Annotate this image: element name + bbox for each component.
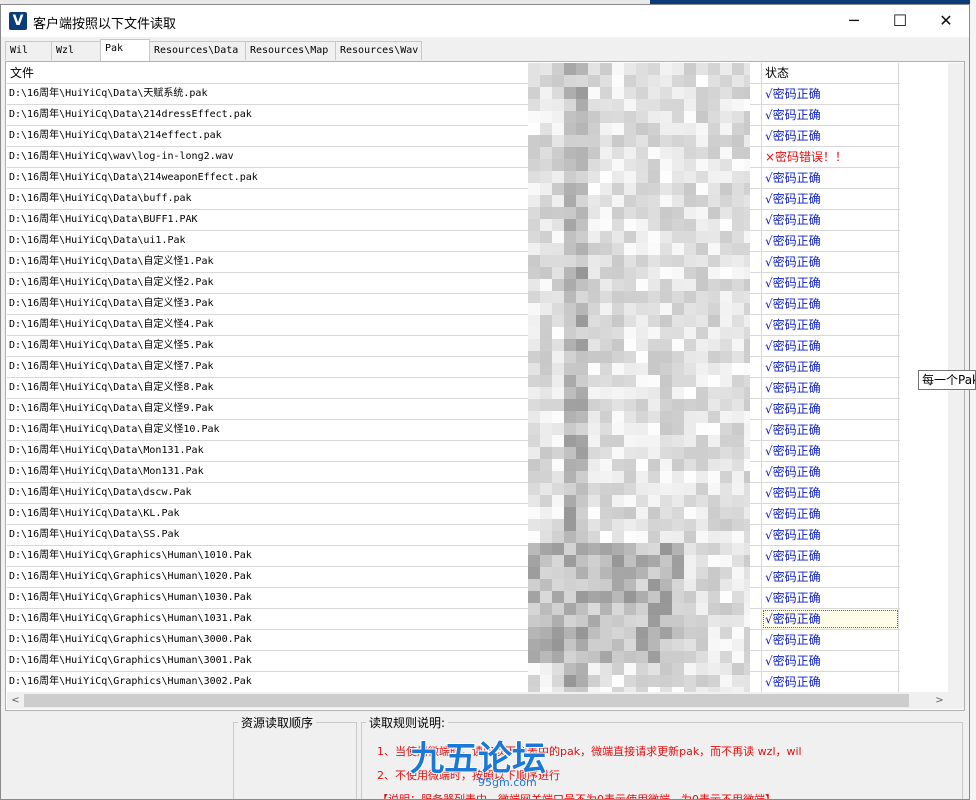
forum-watermark-logo: 九五论坛 95gm.com — [409, 738, 547, 789]
tooltip: 每一个Pak — [918, 370, 976, 390]
svg-text:95gm.com: 95gm.com — [478, 776, 537, 789]
table-row[interactable]: D:\16周年\HuiYiCq\Data\214dressEffect.pak √… — [7, 105, 900, 126]
status-cell: √密码正确 — [762, 546, 899, 566]
table-row[interactable]: D:\16周年\HuiYiCq\Data\自定义怪7.Pak √密码正确 — [7, 357, 900, 378]
status-cell: √密码正确 — [762, 462, 899, 482]
table-row[interactable]: D:\16周年\HuiYiCq\Graphics\Human\1010.Pak √… — [7, 546, 900, 567]
status-cell: √密码正确 — [762, 483, 899, 503]
pak-tab-panel: 文件 状态 D:\16周年\HuiYiCq\Data\天赋系统.pak √密码正确… — [5, 61, 965, 711]
table-row[interactable]: D:\16周年\HuiYiCq\Data\Mon131.Pak √密码正确 — [7, 462, 900, 483]
read-order-group — [233, 722, 357, 799]
table-row[interactable]: D:\16周年\HuiYiCq\Data\ui1.Pak √密码正确 — [7, 231, 900, 252]
table-row[interactable]: D:\16周年\HuiYiCq\Data\自定义怪10.Pak √密码正确 — [7, 420, 900, 441]
minimize-button[interactable]: ─ — [831, 5, 877, 37]
status-cell: √密码正确 — [762, 189, 899, 209]
table-row[interactable]: D:\16周年\HuiYiCq\Graphics\Human\3002.Pak √… — [7, 672, 900, 692]
main-window: V 客户端按照以下文件读取 ─ ☐ ✕ Wil Wzl Pak Resource… — [0, 4, 970, 800]
table-row[interactable]: D:\16周年\HuiYiCq\Data\buff.pak √密码正确 — [7, 189, 900, 210]
list-rows: D:\16周年\HuiYiCq\Data\天赋系统.pak √密码正确 D:\16周… — [7, 84, 900, 692]
tab-wil[interactable]: Wil — [5, 41, 52, 60]
status-cell: √密码正确 — [762, 252, 899, 272]
status-cell: √密码正确 — [762, 567, 899, 587]
tab-resources-map[interactable]: Resources\Map — [245, 41, 336, 60]
table-row[interactable]: D:\16周年\HuiYiCq\wav\log-in-long2.wav ×密码错… — [7, 147, 900, 168]
table-row[interactable]: D:\16周年\HuiYiCq\Data\自定义怪2.Pak √密码正确 — [7, 273, 900, 294]
status-cell: √密码正确 — [762, 651, 899, 671]
table-row[interactable]: D:\16周年\HuiYiCq\Graphics\Human\1031.Pak √… — [7, 609, 900, 630]
app-logo-icon: V — [9, 12, 27, 30]
table-row[interactable]: D:\16周年\HuiYiCq\Data\214effect.pak √密码正确 — [7, 126, 900, 147]
status-cell: √密码正确 — [762, 525, 899, 545]
horizontal-scrollbar[interactable]: < > — [7, 692, 948, 709]
table-row[interactable]: D:\16周年\HuiYiCq\Data\天赋系统.pak √密码正确 — [7, 84, 900, 105]
file-list[interactable]: 文件 状态 D:\16周年\HuiYiCq\Data\天赋系统.pak √密码正确… — [7, 63, 948, 692]
status-cell: √密码正确 — [762, 504, 899, 524]
table-row[interactable]: D:\16周年\HuiYiCq\Data\Mon131.Pak √密码正确 — [7, 441, 900, 462]
table-row[interactable]: D:\16周年\HuiYiCq\Data\自定义怪8.Pak √密码正确 — [7, 378, 900, 399]
status-cell: √密码正确 — [762, 126, 899, 146]
table-row[interactable]: D:\16周年\HuiYiCq\Data\KL.Pak √密码正确 — [7, 504, 900, 525]
status-cell: √密码正确 — [762, 420, 899, 440]
background-window-strip — [970, 0, 976, 800]
status-cell: √密码正确 — [762, 84, 899, 104]
tab-resources-wav[interactable]: Resources\Wav — [335, 41, 422, 60]
read-order-title: 资源读取顺序 — [238, 714, 317, 731]
status-cell: √密码正确 — [762, 315, 899, 335]
rule-line-3: 【说明：服务器列表中，微端网关端口号不为0表示使用微端，为0表示不用微端】 — [377, 793, 776, 800]
scroll-right-icon[interactable]: > — [931, 692, 948, 709]
status-cell: √密码正确 — [762, 588, 899, 608]
status-cell: ×密码错误！！ — [762, 147, 899, 167]
table-row[interactable]: D:\16周年\HuiYiCq\Data\自定义怪1.Pak √密码正确 — [7, 252, 900, 273]
svg-text:九五论坛: 九五论坛 — [410, 739, 546, 779]
table-row[interactable]: D:\16周年\HuiYiCq\Data\SS.Pak √密码正确 — [7, 525, 900, 546]
status-cell: √密码正确 — [762, 336, 899, 356]
table-row[interactable]: D:\16周年\HuiYiCq\Data\自定义怪5.Pak √密码正确 — [7, 336, 900, 357]
window-title: 客户端按照以下文件读取 — [33, 17, 177, 32]
status-cell: √密码正确 — [762, 273, 899, 293]
pixelated-redaction — [528, 63, 750, 692]
scroll-corner — [948, 692, 964, 709]
rules-title: 读取规则说明: — [366, 714, 449, 731]
table-row[interactable]: D:\16周年\HuiYiCq\Data\214weaponEffect.pak… — [7, 168, 900, 189]
table-row[interactable]: D:\16周年\HuiYiCq\Graphics\Human\3001.Pak √… — [7, 651, 900, 672]
status-cell: √密码正确 — [762, 210, 899, 230]
table-row[interactable]: D:\16周年\HuiYiCq\Data\自定义怪3.Pak √密码正确 — [7, 294, 900, 315]
table-row[interactable]: D:\16周年\HuiYiCq\Data\自定义怪4.Pak √密码正确 — [7, 315, 900, 336]
maximize-button[interactable]: ☐ — [877, 5, 923, 37]
scroll-left-icon[interactable]: < — [7, 692, 24, 709]
status-cell: √密码正确 — [762, 231, 899, 251]
status-cell: √密码正确 — [762, 630, 899, 650]
table-row[interactable]: D:\16周年\HuiYiCq\Data\dscw.Pak √密码正确 — [7, 483, 900, 504]
list-header: 文件 状态 — [7, 63, 900, 84]
title-bar[interactable]: V 客户端按照以下文件读取 ─ ☐ ✕ — [1, 5, 969, 37]
tab-resources-data[interactable]: Resources\Data — [149, 41, 246, 60]
status-cell: √密码正确 — [762, 378, 899, 398]
status-cell: √密码正确 — [762, 609, 899, 629]
table-row[interactable]: D:\16周年\HuiYiCq\Data\BUFF1.PAK √密码正确 — [7, 210, 900, 231]
table-row[interactable]: D:\16周年\HuiYiCq\Graphics\Human\1030.Pak √… — [7, 588, 900, 609]
status-cell: √密码正确 — [762, 168, 899, 188]
scroll-thumb[interactable] — [24, 694, 909, 707]
status-cell: √密码正确 — [762, 357, 899, 377]
table-row[interactable]: D:\16周年\HuiYiCq\Graphics\Human\1020.Pak √… — [7, 567, 900, 588]
status-cell: √密码正确 — [762, 399, 899, 419]
tab-pak[interactable]: Pak — [100, 39, 150, 61]
column-header-status[interactable]: 状态 — [762, 63, 899, 83]
status-cell: √密码正确 — [762, 441, 899, 461]
table-row[interactable]: D:\16周年\HuiYiCq\Data\自定义怪9.Pak √密码正确 — [7, 399, 900, 420]
status-cell: √密码正确 — [762, 105, 899, 125]
status-cell: √密码正确 — [762, 672, 899, 692]
close-button[interactable]: ✕ — [923, 5, 969, 37]
table-row[interactable]: D:\16周年\HuiYiCq\Graphics\Human\3000.Pak √… — [7, 630, 900, 651]
tab-wzl[interactable]: Wzl — [51, 41, 101, 60]
status-cell: √密码正确 — [762, 294, 899, 314]
